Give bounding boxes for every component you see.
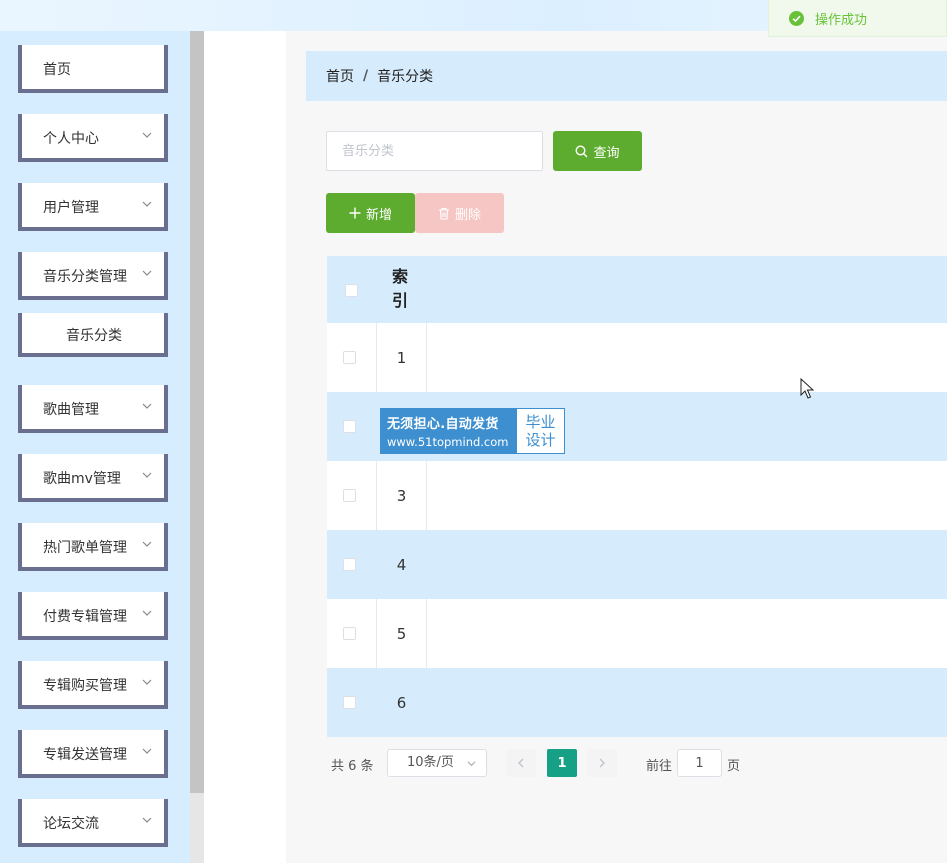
page-unit-label: 页: [727, 759, 741, 774]
row-checkbox[interactable]: [343, 489, 356, 502]
sidebar-item-label: 歌曲管理: [43, 402, 99, 418]
watermark-tag-top: 毕业: [525, 413, 556, 431]
sidebar-item-song-mv-management[interactable]: 歌曲mv管理: [18, 454, 168, 502]
breadcrumb-home[interactable]: 首页: [326, 66, 354, 86]
goto-label: 前往: [646, 759, 673, 774]
chevron-right-icon: [599, 758, 605, 768]
success-toast: 操作成功: [768, 0, 947, 37]
table-header: 索引: [327, 256, 947, 323]
prev-page-button[interactable]: [506, 749, 536, 777]
row-index: 4: [396, 555, 407, 574]
table-row[interactable]: 5: [327, 599, 947, 668]
chevron-down-icon: [142, 817, 152, 823]
chevron-down-icon: [467, 761, 476, 767]
search-button[interactable]: 查询: [553, 131, 642, 171]
table-row[interactable]: 4: [327, 530, 947, 599]
sidebar-item-label: 专辑发送管理: [43, 747, 127, 763]
sidebar-item-label: 个人中心: [43, 131, 99, 147]
sidebar-item-album-purchase-management[interactable]: 专辑购买管理: [18, 661, 168, 709]
table-row[interactable]: 6: [327, 668, 947, 737]
sidebar: 首页 个人中心 用户管理 音乐分类管理 音乐分类 歌曲管理 歌曲mv管理 热门歌…: [0, 31, 190, 863]
chevron-left-icon: [518, 758, 524, 768]
watermark-tag-bottom: 设计: [525, 431, 556, 449]
delete-button[interactable]: 删除: [415, 193, 504, 233]
search-input[interactable]: [326, 131, 543, 171]
sidebar-item-user-management[interactable]: 用户管理: [18, 183, 168, 231]
sidebar-scrollbar[interactable]: [190, 31, 204, 863]
breadcrumb: 首页 / 音乐分类: [306, 51, 947, 101]
sidebar-item-hot-playlist-management[interactable]: 热门歌单管理: [18, 523, 168, 571]
pagination: 共 6 条 10条/页 1 前往 页: [331, 749, 931, 777]
sidebar-item-home[interactable]: 首页: [18, 45, 168, 93]
chevron-down-icon: [142, 541, 152, 547]
chevron-down-icon: [142, 403, 152, 409]
select-all-checkbox[interactable]: [345, 284, 358, 297]
sidebar-subitem-music-category[interactable]: 音乐分类: [18, 313, 168, 357]
next-page-button[interactable]: [587, 749, 617, 777]
sidebar-item-personal-center[interactable]: 个人中心: [18, 114, 168, 162]
sidebar-item-music-category-management[interactable]: 音乐分类管理: [18, 252, 168, 300]
pagination-total: 共 6 条: [331, 759, 374, 774]
sidebar-item-label: 用户管理: [43, 200, 99, 216]
row-checkbox[interactable]: [343, 627, 356, 640]
chevron-down-icon: [142, 679, 152, 685]
sidebar-item-label: 音乐分类管理: [43, 269, 127, 285]
table-row[interactable]: 3: [327, 461, 947, 530]
current-page-button[interactable]: 1: [547, 749, 577, 777]
sidebar-item-label: 专辑购买管理: [43, 678, 127, 694]
row-index: 3: [376, 461, 427, 530]
sidebar-item-label: 歌曲mv管理: [43, 471, 121, 487]
toast-message: 操作成功: [815, 12, 868, 28]
watermark-tag: 毕业 设计: [517, 409, 564, 453]
sidebar-item-label: 论坛交流: [43, 816, 99, 832]
chevron-down-icon: [142, 748, 152, 754]
page-size-value: 10条/页: [407, 755, 454, 770]
trash-icon: [438, 207, 449, 220]
table-row[interactable]: 1: [327, 323, 947, 392]
page-size-select[interactable]: 10条/页: [387, 749, 487, 777]
mouse-cursor-icon: [800, 378, 814, 399]
search-icon: [575, 144, 588, 157]
add-button[interactable]: 新增: [326, 193, 415, 233]
sidebar-item-label: 付费专辑管理: [43, 609, 127, 625]
chevron-down-icon: [142, 270, 152, 276]
sidebar-item-label: 音乐分类: [66, 328, 122, 344]
row-checkbox[interactable]: [343, 558, 356, 571]
row-checkbox[interactable]: [343, 420, 356, 433]
watermark-url: www.51topmind.com: [387, 435, 509, 449]
sidebar-item-forum[interactable]: 论坛交流: [18, 799, 168, 847]
sidebar-item-album-delivery-management[interactable]: 专辑发送管理: [18, 730, 168, 778]
row-index: 6: [396, 693, 407, 712]
sidebar-item-label: 热门歌单管理: [43, 540, 127, 556]
sidebar-item-label: 首页: [43, 62, 71, 78]
search-button-label: 查询: [593, 145, 620, 161]
sidebar-item-paid-album-management[interactable]: 付费专辑管理: [18, 592, 168, 640]
watermark-line1: 无须担心.自动发货: [387, 417, 499, 432]
watermark-text: 无须担心.自动发货 www.51topmind.com: [381, 409, 517, 453]
goto-page-input[interactable]: [677, 749, 722, 777]
check-circle-icon: [789, 10, 804, 26]
chevron-down-icon: [142, 132, 152, 138]
chevron-down-icon: [142, 472, 152, 478]
row-checkbox[interactable]: [343, 351, 356, 364]
sidebar-item-song-management[interactable]: 歌曲管理: [18, 385, 168, 433]
data-table: 索引 1 2 3 4 5 6: [327, 256, 947, 737]
chevron-down-icon: [142, 201, 152, 207]
breadcrumb-current: 音乐分类: [377, 69, 434, 85]
delete-button-label: 删除: [454, 207, 481, 223]
row-index: 5: [376, 599, 427, 668]
chevron-down-icon: [142, 610, 152, 616]
scrollbar-thumb[interactable]: [190, 31, 204, 793]
add-button-label: 新增: [365, 207, 392, 223]
column-header-index: 索引: [391, 267, 408, 310]
breadcrumb-separator: /: [363, 68, 369, 84]
row-checkbox[interactable]: [343, 696, 356, 709]
watermark-badge: 无须担心.自动发货 www.51topmind.com 毕业 设计: [380, 408, 565, 454]
row-index: 1: [376, 323, 427, 392]
plus-icon: [349, 207, 361, 219]
